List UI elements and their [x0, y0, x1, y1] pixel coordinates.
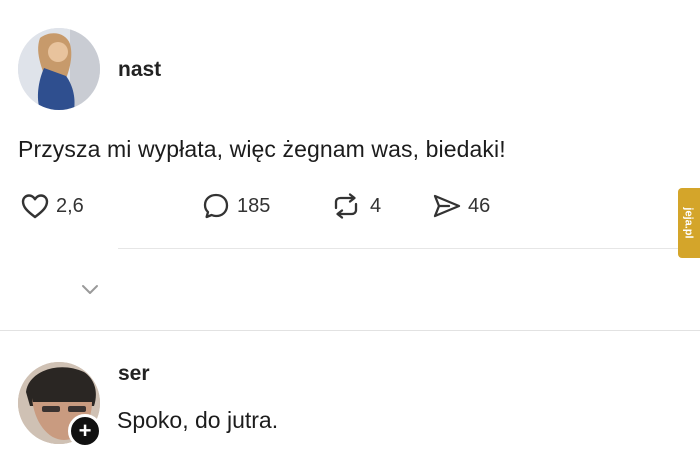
repost-button[interactable]: 4	[328, 190, 381, 222]
reply-username[interactable]: ser	[118, 362, 150, 386]
plus-icon: +	[78, 418, 92, 443]
post-username[interactable]: nast	[118, 58, 161, 82]
chevron-down-icon	[82, 285, 98, 294]
repost-icon	[334, 193, 358, 219]
avatar-photo-icon	[18, 28, 100, 110]
share-button[interactable]: 46	[432, 190, 490, 222]
share-count: 46	[468, 194, 491, 217]
reply-count: 185	[237, 194, 271, 217]
comment-icon	[203, 193, 229, 219]
post-text: Przysza mi wypłata, więc żegnam was, bie…	[18, 136, 506, 162]
reply-text: Spoko, do jutra.	[117, 407, 279, 433]
reply-button[interactable]: 185	[201, 190, 270, 222]
repost-count: 4	[370, 194, 382, 217]
watermark-tab: jeja.pl	[678, 188, 700, 258]
watermark-text: jeja.pl	[683, 207, 695, 239]
divider	[0, 330, 700, 331]
heart-icon	[21, 194, 49, 219]
like-button[interactable]: 2,6	[20, 190, 84, 222]
avatar[interactable]	[18, 28, 100, 110]
follow-plus-button[interactable]: +	[68, 414, 102, 448]
expand-replies-button[interactable]	[76, 278, 104, 300]
send-icon	[433, 194, 461, 218]
like-count: 2,6	[56, 194, 84, 217]
divider	[118, 248, 700, 249]
